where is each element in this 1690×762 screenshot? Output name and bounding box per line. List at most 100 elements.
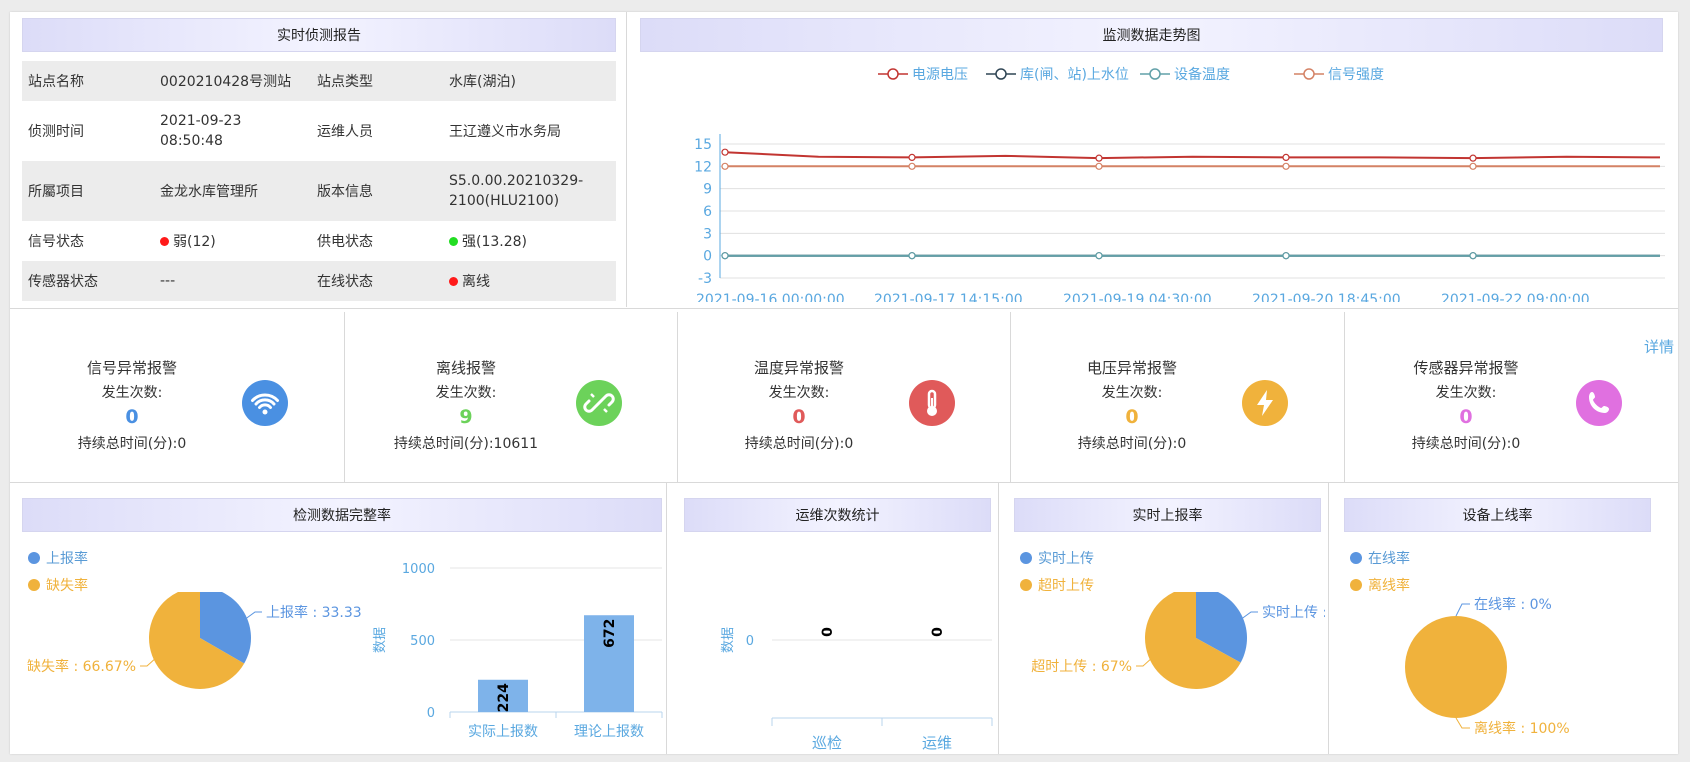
value-cell: 2021-09-23 08:50:48: [160, 113, 242, 149]
value-cell: ---: [160, 273, 176, 289]
alarm-card[interactable]: 温度异常报警 发生次数: 0 持续总时间(分):0: [677, 312, 1010, 482]
lightning-icon: [1242, 380, 1288, 426]
data-point: [721, 252, 729, 260]
pie-label: 超时上传 : 67%: [1031, 659, 1132, 675]
online-pie: 在线率 : 0% 离线率 : 100%: [1405, 596, 1570, 737]
divider: [1010, 312, 1011, 482]
alarm-card[interactable]: 离线报警 发生次数: 9 持续总时间(分):10611: [344, 312, 677, 482]
data-point: [721, 162, 729, 170]
status-dot: [449, 237, 458, 246]
pie-slice[interactable]: [1405, 616, 1507, 718]
online-status: 离线: [462, 274, 490, 290]
y-tick-label: 12: [694, 159, 712, 175]
signal-status-cell: 弱(12): [154, 221, 311, 261]
legend-item[interactable]: 在线率: [1350, 548, 1410, 568]
label-leader-line: [1455, 717, 1470, 729]
trend-title: 监测数据走势图: [640, 18, 1663, 52]
divider: [10, 482, 1678, 483]
legend-label: 库(闸、站)上水位: [1020, 67, 1129, 83]
label-leader-line: [1455, 603, 1470, 617]
alarm-title: 传感器异常报警: [1413, 359, 1519, 377]
alarm-card[interactable]: 传感器异常报警 发生次数: 0 持续总时间(分):0: [1344, 312, 1677, 482]
alarm-title: 信号异常报警: [86, 359, 177, 377]
alarm-card[interactable]: 信号异常报警 发生次数: 0 持续总时间(分):0: [10, 312, 343, 477]
trend-legend-item[interactable]: 信号强度: [1294, 64, 1384, 84]
alarm-card[interactable]: 电压异常报警 发生次数: 0 持续总时间(分):0: [1010, 312, 1343, 482]
y-axis-label: 数据: [373, 627, 388, 653]
table-row: 侦测时间 2021-09-23 08:50:48 运维人员 王辽遵义市水务局: [22, 101, 616, 161]
bar-value-label: 672: [602, 619, 618, 648]
divider: [1344, 312, 1345, 482]
completeness-pie: 上报率 : 33.33% 缺失率 : 66.67%: [27, 592, 362, 689]
completeness-bar-chart: 1000 500 0 数据 224 实际上报数 672 理论上报数: [373, 562, 663, 740]
table-row: 传感器状态 --- 在线状态 离线: [22, 261, 616, 301]
online-status-cell: 离线: [443, 261, 616, 301]
legend-item[interactable]: 上报率: [28, 548, 88, 568]
value-cell: 水库(湖泊): [449, 74, 516, 90]
bar-value-label: 0: [930, 627, 946, 637]
data-point: [1095, 154, 1103, 162]
alarm-count-label: 发生次数:: [435, 385, 497, 401]
trend-legend-item[interactable]: 库(闸、站)上水位: [986, 64, 1129, 84]
alarm-duration: 持续总时间(分):0: [744, 436, 854, 452]
alarm-title: 温度异常报警: [753, 359, 844, 377]
y-tick-label: 500: [410, 634, 435, 649]
legend-line-icon: [878, 68, 908, 80]
label-cell: 信号状态: [28, 234, 84, 250]
y-tick-label: 0: [703, 249, 712, 265]
legend-item[interactable]: 实时上传: [1020, 548, 1094, 568]
label-cell: 在线状态: [317, 274, 373, 290]
legend-swatch: [28, 579, 40, 591]
label-cell: 版本信息: [317, 184, 373, 200]
pie-label: 离线率 : 100%: [1474, 720, 1570, 737]
unlink-icon: [576, 380, 622, 426]
label-cell: 所屬项目: [28, 184, 84, 200]
alarm-count-label: 发生次数:: [768, 385, 830, 401]
trend-legend-item[interactable]: 电源电压: [878, 64, 968, 84]
x-tick-label: 2021-09-19 04:30:00: [1063, 292, 1212, 302]
alarm-count: 0: [792, 406, 806, 428]
data-point: [1282, 162, 1290, 170]
data-point: [1469, 162, 1477, 170]
data-point: [721, 148, 729, 156]
value-cell: 金龙水库管理所: [160, 184, 258, 200]
value-cell: S5.0.00.20210329- 2100(HLU2100): [449, 173, 584, 209]
alarm-duration: 持续总时间(分):0: [77, 436, 187, 452]
y-tick-label: 15: [694, 137, 712, 153]
report-table: 站点名称 0020210428号测站 站点类型 水库(湖泊) 侦测时间 2021…: [22, 61, 616, 301]
alarm-duration: 持续总时间(分):0: [1077, 436, 1187, 452]
realtime-title: 实时上报率: [1014, 498, 1321, 532]
label-cell: 供电状态: [317, 234, 373, 250]
data-point: [1469, 252, 1477, 260]
data-point: [1282, 252, 1290, 260]
alarm-duration: 持续总时间(分):10611: [393, 436, 539, 452]
divider: [677, 312, 678, 482]
legend-swatch: [1020, 552, 1032, 564]
divider: [344, 312, 345, 482]
divider: [10, 308, 1678, 309]
label-cell: 站点类型: [317, 74, 373, 90]
y-tick-label: 1000: [402, 562, 435, 577]
signal-status: 弱(12): [173, 234, 216, 250]
dashboard-page: 实时侦测报告 站点名称 0020210428号测站 站点类型 水库(湖泊) 侦测…: [10, 12, 1678, 754]
data-point: [1095, 252, 1103, 260]
value-cell: 王辽遵义市水务局: [449, 124, 561, 140]
bar-value-label: 224: [496, 683, 512, 712]
legend-label: 实时上传: [1038, 551, 1094, 567]
pie-label: 上报率 : 33.33%: [266, 604, 362, 621]
online-title: 设备上线率: [1344, 498, 1651, 532]
x-tick-label: 实际上报数: [468, 724, 538, 740]
y-tick-label: -3: [698, 271, 712, 287]
legend-swatch: [1350, 552, 1362, 564]
legend-line-icon: [986, 68, 1016, 80]
x-tick-label: 2021-09-20 18:45:00: [1252, 292, 1401, 302]
alarm-count: 0: [125, 406, 139, 428]
data-point: [1469, 154, 1477, 162]
legend-line-icon: [1294, 68, 1324, 80]
label-cell: 站点名称: [28, 74, 84, 90]
alarm-count-label: 发生次数:: [101, 385, 163, 401]
trend-legend-item[interactable]: 设备温度: [1140, 64, 1230, 84]
alarm-count: 0: [1459, 406, 1473, 428]
alarm-duration: 持续总时间(分):0: [1411, 436, 1521, 452]
legend-line-icon: [1140, 68, 1170, 80]
